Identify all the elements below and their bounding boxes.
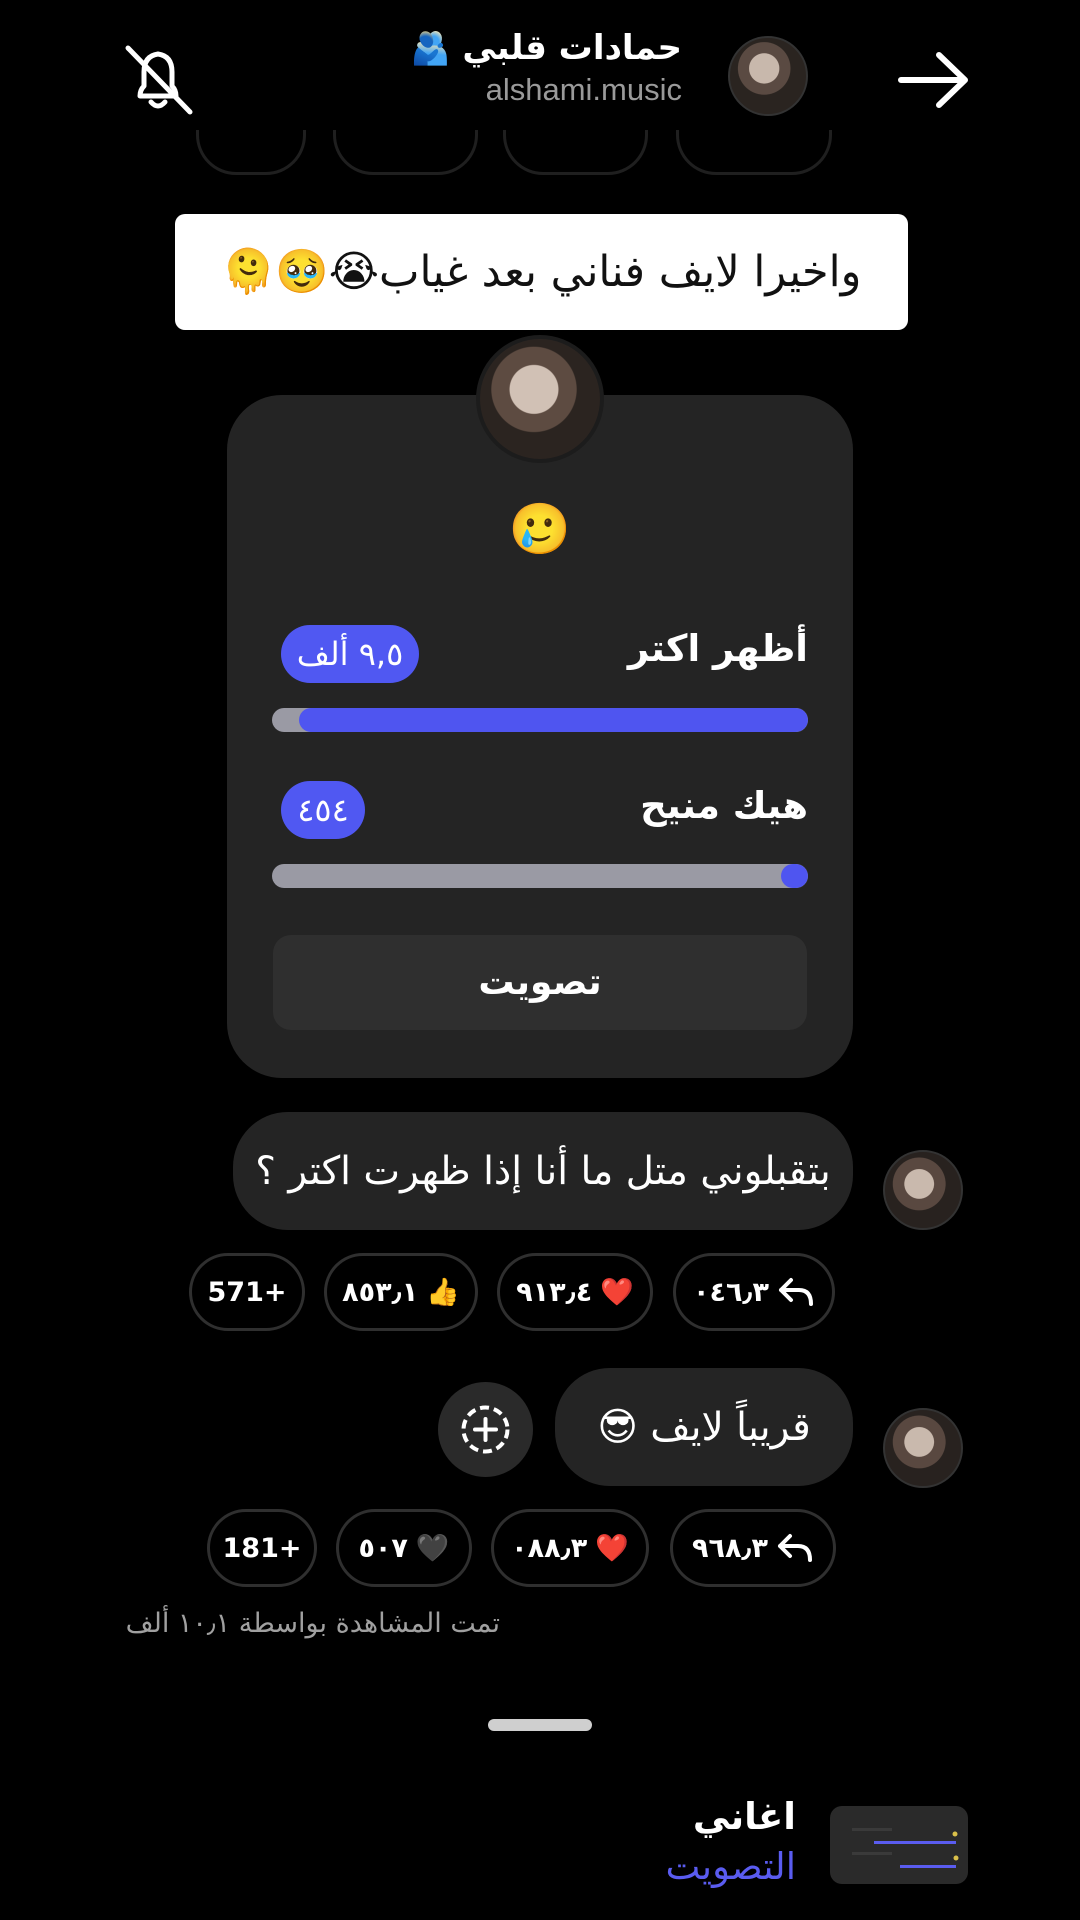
reply-count: ٠٤٦٫٣ (692, 1276, 769, 1308)
cropped-reaction-pill (196, 130, 306, 175)
bell-off-icon[interactable] (118, 40, 198, 120)
reaction-pill[interactable]: ٥٠٧ 🖤 (336, 1509, 472, 1587)
reply-pill[interactable]: ٠٤٦٫٣ (673, 1253, 835, 1331)
reaction-count: ٥٠٧ (358, 1532, 408, 1564)
seen-by-text: تمت المشاهدة بواسطة ١٠٫١ ألف (125, 1608, 500, 1639)
black-heart-icon: 🖤 (415, 1533, 450, 1564)
collection-subtitle[interactable]: التصويت (560, 1845, 796, 1888)
poll-option-bar-fill (781, 864, 808, 888)
more-reactions-count: 181+ (222, 1532, 302, 1564)
channel-title: حمادات قلبي 🫂 (410, 28, 682, 68)
poll-option-label: أظهر اكتر (627, 627, 808, 670)
message-bubble[interactable]: بتقبلوني متل ما أنا إذا ظهرت اكتر ؟ (233, 1112, 853, 1230)
add-reaction-button[interactable] (438, 1382, 533, 1477)
reply-icon (779, 1278, 813, 1306)
poll-avatar[interactable] (476, 335, 604, 463)
channel-header[interactable]: حمادات قلبي 🫂 alshami.music (330, 28, 682, 108)
arrow-right-icon[interactable] (895, 45, 975, 115)
poll-option-bar (272, 864, 808, 888)
poll-option-bar-fill (298, 708, 808, 732)
reaction-count: ٨٥٣٫١ (342, 1276, 419, 1308)
sender-avatar[interactable] (883, 1150, 963, 1230)
thumbs-up-icon: 👍 (426, 1277, 460, 1308)
collection-title[interactable]: اغاني (560, 1795, 796, 1838)
reaction-count: ٠٨٨٫٣ (511, 1532, 588, 1564)
reaction-count: ٩١٣٫٤ (516, 1276, 593, 1308)
poll-thumbnail-icon (852, 1828, 959, 1868)
collection-thumbnail[interactable] (830, 1806, 968, 1884)
add-reaction-icon (461, 1405, 510, 1454)
poll-option-count: ٤٥٤ (281, 781, 365, 839)
more-reactions-pill[interactable]: 571+ (189, 1253, 305, 1331)
cropped-reaction-pill (676, 130, 832, 175)
cropped-reaction-pill (503, 130, 648, 175)
heart-icon: ❤️ (600, 1277, 634, 1308)
poll-option-label: هيك منيح (640, 784, 808, 827)
pinned-banner: واخيرا لايف فناني بعد غياب😭🥹🫠 (175, 214, 908, 330)
reaction-pill[interactable]: ٠٨٨٫٣ ❤️ (491, 1509, 649, 1587)
heart-icon: ❤️ (595, 1533, 629, 1564)
more-reactions-count: 571+ (207, 1276, 287, 1308)
reply-count: ٩٦٨٫٣ (691, 1532, 768, 1564)
reaction-pill[interactable]: ٨٥٣٫١ 👍 (324, 1253, 478, 1331)
poll-option-count: ٩,٥ ألف (281, 625, 419, 683)
reply-icon (778, 1534, 812, 1562)
reply-pill[interactable]: ٩٦٨٫٣ (670, 1509, 836, 1587)
people-hugging-icon: 🫂 (410, 29, 451, 67)
vote-button[interactable]: تصويت (273, 935, 807, 1030)
drag-handle[interactable] (488, 1719, 592, 1731)
more-reactions-pill[interactable]: 181+ (207, 1509, 317, 1587)
reaction-pill[interactable]: ٩١٣٫٤ ❤️ (497, 1253, 653, 1331)
cropped-reaction-pill (333, 130, 478, 175)
sender-avatar[interactable] (883, 1408, 963, 1488)
message-bubble[interactable]: قريباً لايف 😎 (555, 1368, 853, 1486)
poll-option-bar (272, 708, 808, 732)
poll-emoji: 🥲 (508, 500, 572, 558)
channel-avatar[interactable] (728, 36, 808, 116)
channel-subtitle: alshami.music (485, 72, 682, 107)
